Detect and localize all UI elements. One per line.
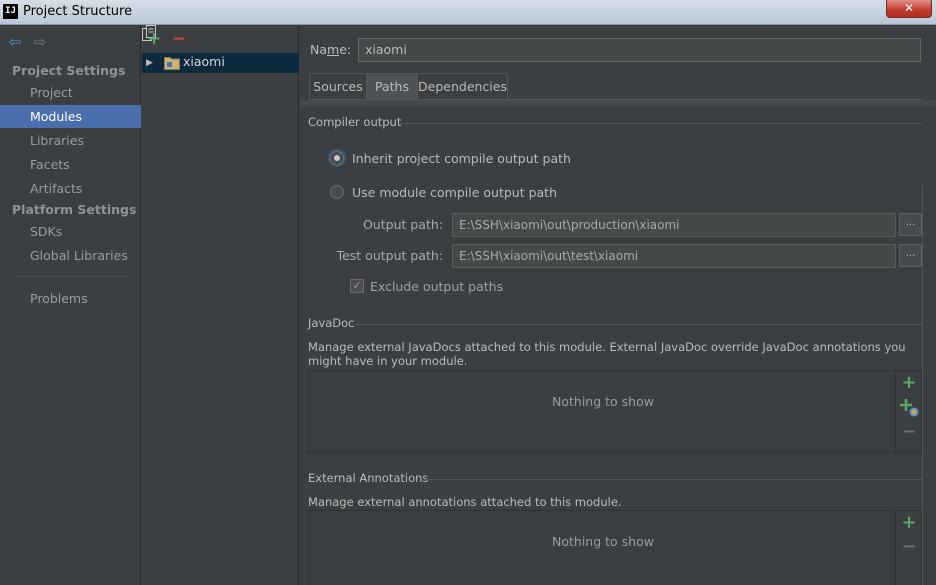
module-output-radio[interactable]	[330, 185, 344, 199]
nav-item-global-libraries[interactable]: Global Libraries	[0, 244, 141, 267]
nav-item-sdks[interactable]: SDKs	[0, 220, 141, 243]
nav-heading-platform-settings: Platform Settings	[12, 202, 137, 217]
nav-item-project[interactable]: Project	[0, 81, 141, 104]
inherit-output-label[interactable]: Inherit project compile output path	[352, 151, 571, 166]
window-edge	[922, 185, 936, 585]
module-settings: Name: xiaomi Sources Paths Dependencies …	[300, 25, 936, 585]
nav-divider	[12, 276, 128, 277]
exclude-output-label[interactable]: Exclude output paths	[370, 279, 503, 294]
add-url-icon[interactable]	[900, 398, 920, 418]
test-output-path-input[interactable]: E:\SSH\xiaomi\out\test\xiaomi	[452, 244, 896, 268]
inherit-output-radio[interactable]	[330, 151, 344, 165]
nav-item-problems[interactable]: Problems	[0, 287, 141, 310]
settings-nav: ⇦ ⇨ Project Settings Project Modules Lib…	[0, 25, 141, 585]
javadoc-list[interactable]: Nothing to show + −	[308, 370, 922, 453]
annotations-list[interactable]: Nothing to show + −	[308, 510, 922, 585]
intellij-logo-icon: IJ	[3, 4, 18, 19]
window-title: Project Structure	[23, 4, 133, 19]
test-output-path-label: Test output path:	[336, 248, 443, 263]
section-javadoc: JavaDoc	[308, 316, 355, 330]
remove-icon[interactable]: −	[900, 538, 918, 556]
tree-row-module[interactable]: ▶ xiaomi	[142, 53, 299, 73]
output-path-label: Output path:	[362, 217, 443, 232]
annotations-description: Manage external annotations attached to …	[308, 495, 622, 509]
output-path-input[interactable]: E:\SSH\xiaomi\out\production\xiaomi	[452, 213, 896, 237]
remove-icon[interactable]: −	[172, 29, 186, 49]
add-icon[interactable]: +	[147, 29, 161, 49]
nav-item-modules[interactable]: Modules	[0, 105, 141, 128]
javadoc-toolbar: + −	[895, 371, 921, 452]
section-external-annotations: External Annotations	[308, 471, 429, 485]
annotations-empty-text: Nothing to show	[552, 534, 654, 549]
javadoc-description: Manage external JavaDocs attached to thi…	[308, 340, 906, 368]
annotations-toolbar: + −	[895, 511, 921, 585]
close-button[interactable]: ✕	[886, 0, 932, 18]
output-path-browse-button[interactable]: ...	[899, 213, 922, 236]
back-arrow-icon[interactable]: ⇦	[7, 34, 23, 50]
nav-item-artifacts[interactable]: Artifacts	[0, 177, 141, 200]
section-compiler-output: Compiler output	[308, 115, 402, 129]
section-divider	[356, 324, 922, 325]
tree-item-label: xiaomi	[183, 54, 225, 69]
tab-dependencies[interactable]: Dependencies	[417, 73, 508, 99]
expand-arrow-icon[interactable]: ▶	[146, 55, 153, 71]
section-divider	[400, 123, 922, 124]
module-tree-panel: + − ▶ xiaomi	[142, 25, 299, 585]
add-icon[interactable]: +	[900, 514, 918, 532]
name-label: Name:	[310, 42, 352, 57]
module-output-label[interactable]: Use module compile output path	[352, 185, 557, 200]
module-folder-icon	[164, 57, 180, 70]
nav-item-facets[interactable]: Facets	[0, 153, 141, 176]
test-output-path-browse-button[interactable]: ...	[899, 244, 922, 267]
module-name-input[interactable]: xiaomi	[358, 38, 921, 62]
exclude-output-checkbox[interactable]: ✓	[350, 279, 364, 293]
tab-paths[interactable]: Paths	[367, 73, 417, 99]
tab-shadow	[300, 100, 936, 106]
forward-arrow-icon[interactable]: ⇨	[32, 34, 48, 50]
title-bar: IJ Project Structure ✕	[0, 0, 936, 25]
section-divider	[426, 479, 922, 480]
tab-sources[interactable]: Sources	[309, 73, 367, 99]
nav-item-libraries[interactable]: Libraries	[0, 129, 141, 152]
add-icon[interactable]: +	[900, 374, 918, 392]
nav-heading-project-settings: Project Settings	[12, 63, 126, 78]
remove-icon[interactable]: −	[900, 423, 918, 441]
javadoc-empty-text: Nothing to show	[552, 394, 654, 409]
